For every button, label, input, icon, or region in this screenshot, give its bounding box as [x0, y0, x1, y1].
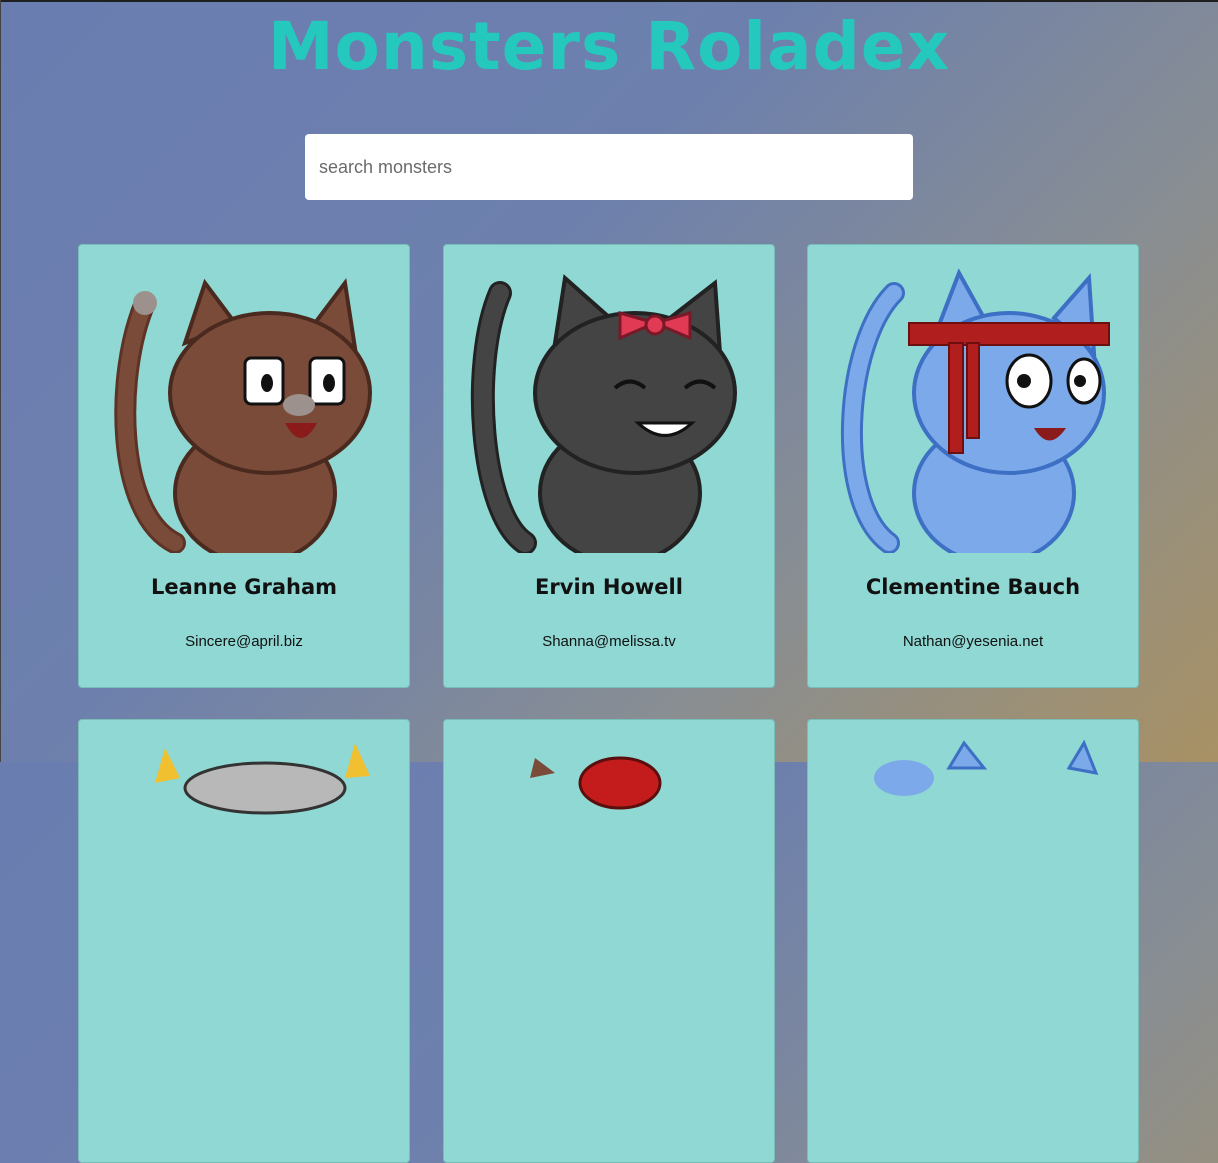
monster-name: Leanne Graham	[150, 575, 338, 599]
monster-card[interactable]	[807, 719, 1139, 1163]
monster-image-icon	[530, 756, 662, 810]
monster-image-icon	[874, 739, 1099, 796]
monster-card[interactable]: Clementine Bauch Nathan@yesenia.net	[807, 244, 1139, 688]
monster-email: Nathan@yesenia.net	[902, 633, 1044, 650]
window-left-border	[0, 0, 1, 762]
monster-card[interactable]: Ervin Howell Shanna@melissa.tv	[443, 244, 775, 688]
brown-cat-icon	[114, 277, 372, 553]
monster-email: Sincere@april.biz	[185, 633, 303, 650]
monster-card[interactable]: Leanne Graham Sincere@april.biz	[78, 244, 410, 688]
monster-card[interactable]	[78, 719, 410, 1163]
search-input[interactable]	[305, 134, 913, 200]
monster-name: Clementine Bauch	[865, 575, 1081, 599]
black-cat-with-bow-icon	[470, 274, 737, 553]
monster-name: Ervin Howell	[535, 575, 683, 599]
monster-card[interactable]	[443, 719, 775, 1163]
app-title: Monsters Roladex	[267, 8, 951, 85]
monster-image-icon	[155, 743, 370, 815]
monster-email: Shanna@melissa.tv	[542, 633, 676, 650]
window-top-border	[0, 0, 1218, 2]
blue-cat-with-headband-icon	[840, 268, 1110, 553]
